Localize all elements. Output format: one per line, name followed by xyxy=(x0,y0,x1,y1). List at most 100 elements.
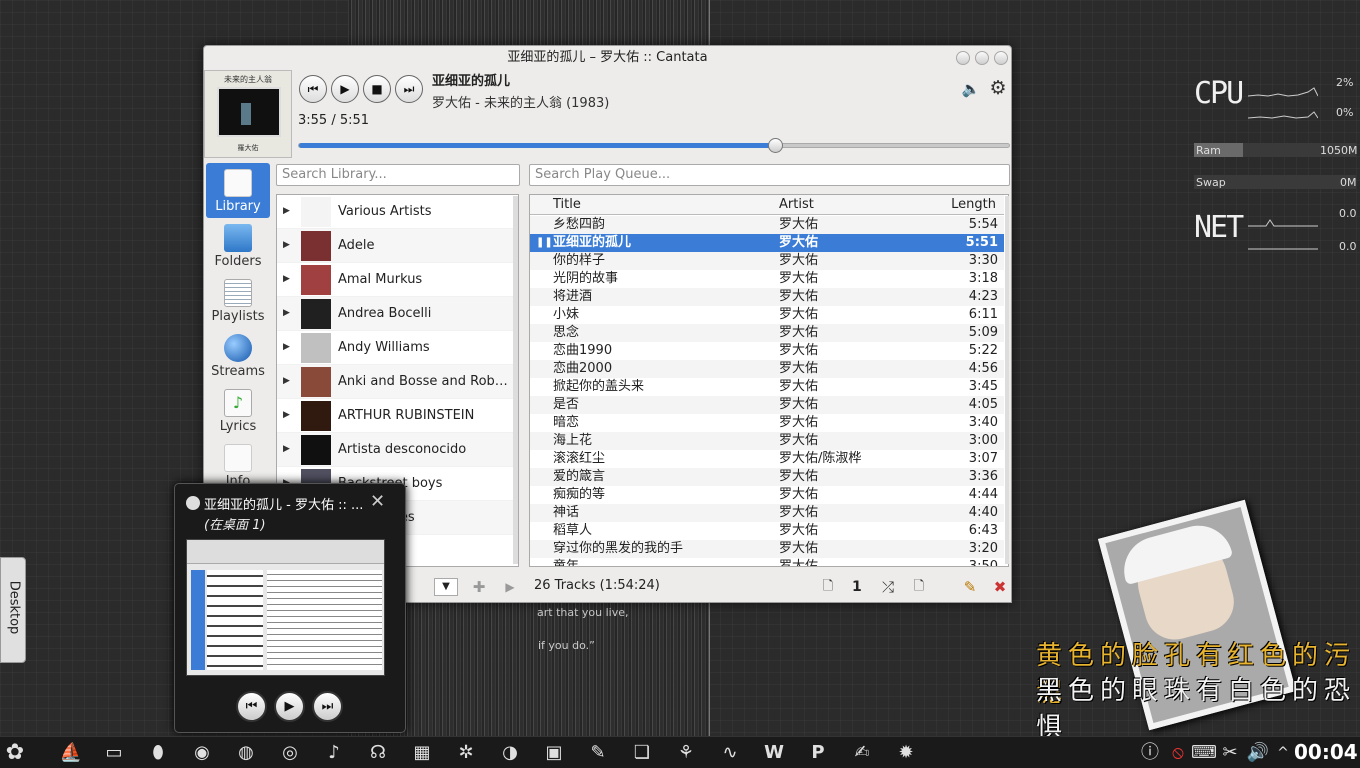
queue-row[interactable]: 是否 罗大佑 4:05 xyxy=(530,396,1004,414)
minimize-button[interactable] xyxy=(956,51,970,65)
artist-list-item[interactable]: ▶ Various Artists xyxy=(277,195,513,229)
headphones-icon[interactable]: ☊ xyxy=(365,740,391,766)
queue-row[interactable]: 恋曲1990 罗大佑 5:22 xyxy=(530,342,1004,360)
single-mode-button[interactable]: 1 xyxy=(852,579,862,595)
maximize-button[interactable] xyxy=(975,51,989,65)
queue-row[interactable]: 你的样子 罗大佑 3:30 xyxy=(530,252,1004,270)
consume-icon[interactable]: 🗋 xyxy=(909,577,929,597)
keyboard-icon[interactable]: ⌨ xyxy=(1191,740,1217,766)
queue-row[interactable]: 童年 罗大佑 3:50 xyxy=(530,558,1004,566)
artist-list-item[interactable]: ▶ Andy Williams xyxy=(277,331,513,365)
pdf-reader-icon[interactable]: ⚘ xyxy=(673,740,699,766)
desktop-tab[interactable]: Desktop xyxy=(0,557,26,663)
play-small-icon[interactable]: ▶ xyxy=(500,577,520,597)
music-note-icon[interactable]: ♪ xyxy=(321,740,347,766)
artist-list-scrollbar[interactable] xyxy=(513,196,518,564)
gear-app-icon[interactable]: ✲ xyxy=(453,740,479,766)
queue-row[interactable]: 暗恋 罗大佑 3:40 xyxy=(530,414,1004,432)
queue-row[interactable]: 光阴的故事 罗大佑 3:18 xyxy=(530,270,1004,288)
popup-play-button[interactable]: ▶ xyxy=(274,691,305,722)
expand-arrow-icon[interactable]: ▶ xyxy=(283,410,290,420)
app-menu-icon[interactable]: ✿ xyxy=(2,740,28,766)
position-slider-handle[interactable] xyxy=(767,138,783,153)
expand-arrow-icon[interactable]: ▶ xyxy=(283,308,290,318)
window-thumbnail[interactable] xyxy=(186,539,385,676)
popup-next-button[interactable]: ⏭ xyxy=(312,691,343,722)
firefox-icon[interactable]: ◉ xyxy=(189,740,215,766)
queue-row[interactable]: 神话 罗大佑 4:40 xyxy=(530,504,1004,522)
pin-icon[interactable]: ⬮ xyxy=(145,740,171,766)
notes-icon[interactable]: ❏ xyxy=(629,740,655,766)
column-title[interactable]: Title xyxy=(553,197,581,212)
queue-row[interactable]: 思念 罗大佑 5:09 xyxy=(530,324,1004,342)
artist-list-item[interactable]: ▶ Artista desconocido xyxy=(277,433,513,467)
chevron-up-icon[interactable]: ^ xyxy=(1270,740,1296,766)
queue-row[interactable]: 爱的箴言 罗大佑 3:36 xyxy=(530,468,1004,486)
queue-row[interactable]: ❚❚ 亚细亚的孤儿 罗大佑 5:51 xyxy=(530,234,1004,252)
tab-playlists[interactable]: Playlists xyxy=(206,273,270,328)
image-viewer-icon[interactable]: ▣ xyxy=(541,740,567,766)
browser-globe-icon[interactable]: ◍ xyxy=(233,740,259,766)
presentation-icon[interactable]: P xyxy=(805,740,831,766)
cantata-task-icon[interactable]: ◎ xyxy=(277,740,303,766)
volume-icon[interactable]: 🔈 xyxy=(961,79,981,99)
scissors-icon[interactable]: ✂ xyxy=(1217,740,1243,766)
queue-row[interactable]: 恋曲2000 罗大佑 4:56 xyxy=(530,360,1004,378)
tab-library[interactable]: Library xyxy=(206,163,270,218)
queue-row[interactable]: 小妹 罗大佑 6:11 xyxy=(530,306,1004,324)
expand-arrow-icon[interactable]: ▶ xyxy=(283,376,290,386)
popup-close-icon[interactable]: ✕ xyxy=(370,491,385,512)
dropdown-chevron-icon[interactable]: ▼ xyxy=(434,578,458,596)
queue-row[interactable]: 掀起你的盖头来 罗大佑 3:45 xyxy=(530,378,1004,396)
play-queue[interactable]: Title Artist Length 乡愁四韵 罗大佑 5:54 ❚❚ 亚细亚的孤儿罗… xyxy=(529,194,1009,567)
popup-previous-button[interactable]: ⏮ xyxy=(236,691,267,722)
clock[interactable]: 00:04 xyxy=(1294,740,1358,764)
clear-queue-icon[interactable]: ✖ xyxy=(990,577,1010,597)
queue-row[interactable]: 海上花 罗大佑 3:00 xyxy=(530,432,1004,450)
artist-list-item[interactable]: ▶ Andrea Bocelli xyxy=(277,297,513,331)
artist-list-item[interactable]: ▶ Anki and Bosse and Rob… xyxy=(277,365,513,399)
system-monitor-icon[interactable]: ∿ xyxy=(717,740,743,766)
next-track-button[interactable]: ⏭ xyxy=(395,75,423,103)
expand-arrow-icon[interactable]: ▶ xyxy=(283,342,290,352)
dolphin-icon[interactable]: ⛵ xyxy=(58,740,84,766)
library-search-input[interactable]: Search Library... xyxy=(276,164,520,186)
artist-list-item[interactable]: ▶ Amal Murkus xyxy=(277,263,513,297)
artist-list-item[interactable]: ▶ ARTHUR RUBINSTEIN xyxy=(277,399,513,433)
eye-icon[interactable]: ◑ xyxy=(497,740,523,766)
terminal-icon[interactable]: ▭ xyxy=(101,740,127,766)
task-preview-popup[interactable]: 亚细亚的孤儿 - 罗大佑 :: ... ✕ (在桌面 1) ⏮ ▶ ⏭ xyxy=(174,483,406,733)
queue-row[interactable]: 将进酒 罗大佑 4:23 xyxy=(530,288,1004,306)
repeat-icon[interactable]: 🗋 xyxy=(818,577,838,597)
info-icon[interactable]: ⓘ xyxy=(1137,740,1163,766)
queue-row[interactable]: 乡愁四韵 罗大佑 5:54 xyxy=(530,216,1004,234)
stop-button[interactable]: ■ xyxy=(363,75,391,103)
shuffle-icon[interactable]: ⤮ xyxy=(878,577,898,597)
add-icon[interactable]: ✚ xyxy=(469,577,489,597)
queue-row[interactable]: 稻草人 罗大佑 6:43 xyxy=(530,522,1004,540)
queue-scrollbar[interactable] xyxy=(1005,196,1009,564)
queue-row[interactable]: 穿过你的黑发的我的手 罗大佑 3:20 xyxy=(530,540,1004,558)
settings-gear-icon[interactable]: ⚙ xyxy=(988,78,1008,98)
edit-queue-icon[interactable]: ✎ xyxy=(960,577,980,597)
text-editor-icon[interactable]: ✍ xyxy=(849,740,875,766)
adblock-icon[interactable]: ⦸ xyxy=(1165,740,1191,766)
tab-lyrics[interactable]: ♪ Lyrics xyxy=(206,383,270,438)
queue-search-input[interactable]: Search Play Queue... xyxy=(529,164,1010,186)
column-artist[interactable]: Artist xyxy=(779,197,814,212)
expand-arrow-icon[interactable]: ▶ xyxy=(283,240,290,250)
tab-folders[interactable]: Folders xyxy=(206,218,270,273)
artist-list-item[interactable]: ▶ Adele xyxy=(277,229,513,263)
expand-arrow-icon[interactable]: ▶ xyxy=(283,444,290,454)
play-button[interactable]: ▶ xyxy=(331,75,359,103)
queue-row[interactable]: 滚滚红尘 罗大佑/陈淑桦 3:07 xyxy=(530,450,1004,468)
volume-icon[interactable]: 🔊 xyxy=(1245,740,1271,766)
settings-icon[interactable]: ✹ xyxy=(893,740,919,766)
previous-track-button[interactable]: ⏮ xyxy=(299,75,327,103)
expand-arrow-icon[interactable]: ▶ xyxy=(283,274,290,284)
clapperboard-icon[interactable]: ▦ xyxy=(409,740,435,766)
position-slider[interactable] xyxy=(298,143,1010,148)
queue-row[interactable]: 痴痴的等 罗大佑 4:44 xyxy=(530,486,1004,504)
writer-icon[interactable]: W xyxy=(761,740,787,766)
tab-streams[interactable]: Streams xyxy=(206,328,270,383)
